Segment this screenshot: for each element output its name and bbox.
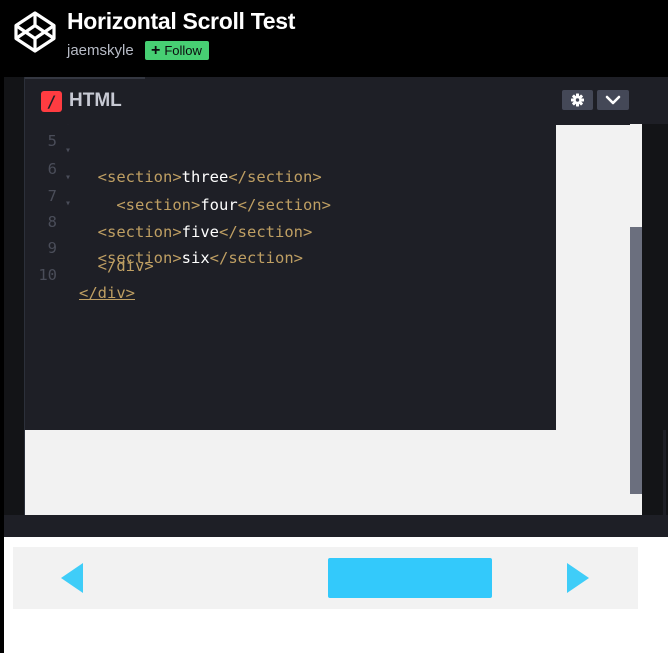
editor-collapse-button[interactable] (597, 90, 629, 110)
horizontal-scroll-nav (13, 547, 638, 609)
pen-header: Horizontal Scroll Test jaemskyle + Follo… (0, 0, 668, 77)
code-line: 10 </div> (25, 248, 556, 302)
resize-handle[interactable] (663, 430, 666, 515)
code-line: 6 ▾ <section>four</section> (25, 142, 556, 214)
fold-arrow-icon[interactable]: ▾ (65, 172, 71, 183)
fold-arrow-icon[interactable]: ▾ (65, 124, 71, 128)
editor-resize-bar[interactable] (4, 515, 668, 537)
follow-button[interactable]: + Follow (145, 41, 209, 60)
code-line: 9 </div> (25, 221, 556, 275)
arrow-right-icon[interactable] (567, 563, 589, 593)
follow-label: Follow (164, 43, 202, 58)
code-line: 5 ▾ <section>three</section> (25, 124, 556, 186)
plus-icon: + (151, 41, 161, 59)
codepen-logo-icon[interactable] (13, 10, 57, 54)
editor-settings-button[interactable] (562, 90, 593, 110)
scroll-thumb[interactable] (328, 558, 492, 598)
arrow-left-icon[interactable] (61, 563, 83, 593)
line-number: 10 (38, 266, 57, 284)
chevron-down-icon (605, 95, 621, 105)
code-line: 7 ▾ <section>five</section> (25, 169, 556, 241)
fold-arrow-icon[interactable]: ▾ (65, 145, 71, 156)
code-line: 8 ▾ <section>six</section> (25, 195, 556, 267)
pen-title: Horizontal Scroll Test (67, 8, 296, 34)
tab-html-label: HTML (69, 90, 122, 111)
code-editor[interactable]: 5 ▾ <section>three</section> 6 ▾ <sectio… (25, 124, 556, 430)
code-text: </div> (79, 284, 135, 302)
editor-scrollbar-thumb[interactable] (630, 227, 642, 494)
html-slash-icon: / (41, 91, 62, 112)
fold-arrow-icon[interactable]: ▾ (65, 198, 71, 209)
gear-icon (571, 93, 584, 107)
author-name[interactable]: jaemskyle (67, 42, 134, 59)
